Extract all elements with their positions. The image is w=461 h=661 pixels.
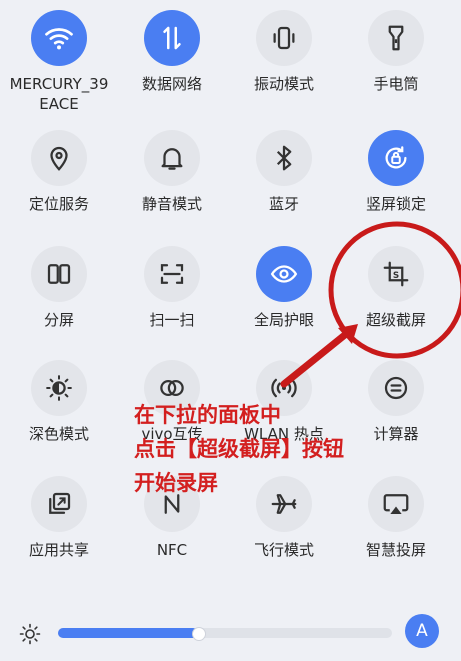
mobile-data-icon — [144, 10, 200, 66]
calculator-icon — [368, 360, 424, 416]
app-share-icon — [31, 476, 87, 532]
rotation-lock-icon — [368, 130, 424, 186]
tile-split-screen[interactable]: 分屏 — [4, 246, 114, 330]
tile-mobile-data[interactable]: 数据网络 — [117, 10, 227, 94]
location-icon — [31, 130, 87, 186]
tile-label: 扫一扫 — [149, 311, 195, 329]
vibrate-icon — [256, 10, 312, 66]
tile-label: 数据网络 — [141, 75, 202, 93]
tile-label: 智慧投屏 — [365, 541, 426, 559]
brightness-icon — [19, 623, 41, 645]
tile-label: 超级截屏 — [365, 311, 426, 329]
brightness-row: A — [0, 612, 461, 656]
tile-label: NFC — [156, 541, 188, 559]
tile-label: 分屏 — [43, 311, 74, 329]
tile-label: 振动模式 — [253, 75, 314, 93]
auto-brightness-button[interactable]: A — [405, 614, 439, 648]
tile-label: MERCURY_39EACE — [9, 75, 109, 113]
tile-label: 应用共享 — [28, 541, 89, 559]
brightness-knob[interactable] — [192, 627, 207, 641]
tile-dark-mode[interactable]: 深色模式 — [4, 360, 114, 444]
flashlight-icon — [368, 10, 424, 66]
annotation-text: 在下拉的面板中 点击【超级截屏】按钮 开始录屏 — [134, 398, 374, 500]
brightness-fill — [58, 628, 199, 638]
scan-icon — [144, 246, 200, 302]
dark-mode-icon — [31, 360, 87, 416]
eye-icon — [256, 246, 312, 302]
bell-icon — [144, 130, 200, 186]
bluetooth-icon — [256, 130, 312, 186]
tile-label: 飞行模式 — [253, 541, 314, 559]
tile-scan[interactable]: 扫一扫 — [117, 246, 227, 330]
tile-flashlight[interactable]: 手电筒 — [341, 10, 451, 94]
annotation-line: 点击【超级截屏】按钮 — [134, 436, 344, 461]
screen-cast-icon — [368, 476, 424, 532]
tile-super-screenshot[interactable]: S 超级截屏 — [341, 246, 451, 330]
tile-label: 定位服务 — [28, 195, 89, 213]
wifi-icon — [31, 10, 87, 66]
tile-eye-care[interactable]: 全局护眼 — [229, 246, 339, 330]
tile-bluetooth[interactable]: 蓝牙 — [229, 130, 339, 214]
tile-label: 手电筒 — [373, 75, 419, 93]
tile-label: 静音模式 — [141, 195, 202, 213]
tile-wifi[interactable]: MERCURY_39EACE — [4, 10, 114, 114]
brightness-slider[interactable] — [58, 627, 392, 641]
annotation-line: 在下拉的面板中 — [134, 402, 281, 427]
svg-text:S: S — [393, 271, 399, 281]
tile-rotation-lock[interactable]: 竖屏锁定 — [341, 130, 451, 214]
tile-vibrate[interactable]: 振动模式 — [229, 10, 339, 94]
tile-app-share[interactable]: 应用共享 — [4, 476, 114, 560]
tile-location[interactable]: 定位服务 — [4, 130, 114, 214]
tile-label: 竖屏锁定 — [365, 195, 426, 213]
tile-label: 蓝牙 — [268, 195, 299, 213]
tile-silent[interactable]: 静音模式 — [117, 130, 227, 214]
split-screen-icon — [31, 246, 87, 302]
tile-label: 深色模式 — [28, 425, 89, 443]
annotation-line: 开始录屏 — [134, 470, 218, 495]
tile-label: 全局护眼 — [253, 311, 314, 329]
super-screenshot-icon: S — [368, 246, 424, 302]
